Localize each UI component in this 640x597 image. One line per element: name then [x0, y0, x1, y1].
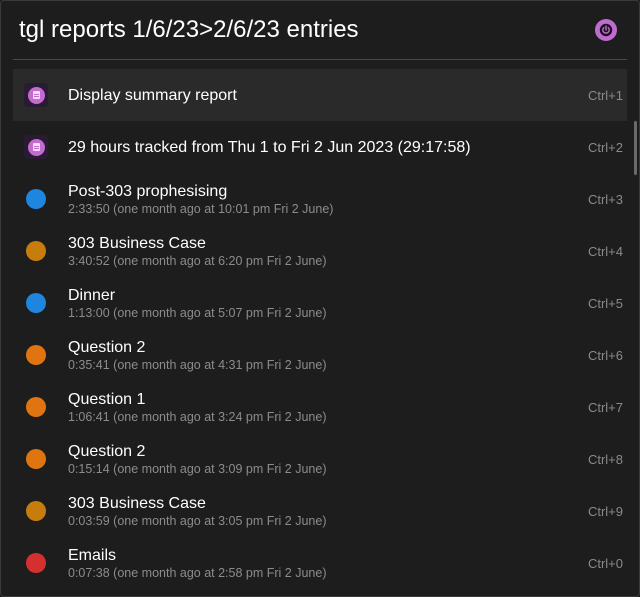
- result-shortcut: Ctrl+5: [587, 295, 623, 311]
- result-shortcut: Ctrl+6: [587, 347, 623, 363]
- result-title: Display summary report: [68, 86, 237, 104]
- result-title: 29 hours tracked from Thu 1 to Fri 2 Jun…: [68, 138, 471, 156]
- amber-dot-icon: [26, 241, 46, 261]
- result-subtitle: 0:35:41 (one month ago at 4:31 pm Fri 2 …: [68, 357, 327, 372]
- result-item[interactable]: Question 1 1:06:41 (one month ago at 3:24…: [13, 381, 627, 433]
- result-title: Emails: [68, 546, 117, 564]
- result-subtitle: 3:40:52 (one month ago at 6:20 pm Fri 2 …: [68, 253, 327, 268]
- search-bar: [13, 1, 627, 60]
- result-item[interactable]: Display summary report Ctrl+1: [13, 69, 627, 121]
- result-subtitle: 0:15:14 (one month ago at 3:09 pm Fri 2 …: [68, 461, 327, 476]
- launcher-window: Display summary report Ctrl+1 29 hours tra…: [0, 0, 640, 597]
- result-shortcut: Ctrl+9: [587, 503, 623, 519]
- orange-dot-icon: [26, 345, 46, 365]
- blue-dot-icon: [26, 293, 46, 313]
- result-shortcut: Ctrl+3: [587, 191, 623, 207]
- result-title: Dinner: [68, 286, 116, 304]
- results-list: Display summary report Ctrl+1 29 hours tra…: [13, 69, 627, 596]
- report-icon: [24, 83, 48, 107]
- result-subtitle: 0:03:59 (one month ago at 3:05 pm Fri 2 …: [68, 513, 327, 528]
- result-item[interactable]: Question 2 0:35:41 (one month ago at 4:31…: [13, 329, 627, 381]
- result-item[interactable]: 29 hours tracked from Thu 1 to Fri 2 Jun…: [13, 121, 627, 173]
- result-item[interactable]: Dinner 1:13:00 (one month ago at 5:07 pm …: [13, 277, 627, 329]
- orange-dot-icon: [26, 449, 46, 469]
- scrollbar[interactable]: [634, 121, 637, 175]
- result-shortcut: Ctrl+2: [587, 139, 623, 155]
- result-subtitle: 2:33:50 (one month ago at 10:01 pm Fri 2…: [68, 201, 334, 216]
- result-shortcut: Ctrl+8: [587, 451, 623, 467]
- result-title: Question 2: [68, 442, 146, 460]
- result-shortcut: Ctrl+1: [587, 87, 623, 103]
- result-title: Question 1: [68, 390, 146, 408]
- amber-dot-icon: [26, 501, 46, 521]
- report-icon: [24, 135, 48, 159]
- result-title: Post-303 prophesising: [68, 182, 228, 200]
- result-subtitle: 1:13:00 (one month ago at 5:07 pm Fri 2 …: [68, 305, 327, 320]
- result-item[interactable]: 303 Business Case 0:03:59 (one month ago …: [13, 485, 627, 537]
- result-title: Question 2: [68, 338, 146, 356]
- blue-dot-icon: [26, 189, 46, 209]
- result-item[interactable]: 303 Business Case 3:40:52 (one month ago …: [13, 225, 627, 277]
- orange-dot-icon: [26, 397, 46, 417]
- result-shortcut: Ctrl+0: [587, 555, 623, 571]
- result-subtitle: 0:07:38 (one month ago at 2:58 pm Fri 2 …: [68, 565, 327, 580]
- result-shortcut: Ctrl+7: [587, 399, 623, 415]
- result-item[interactable]: Post-303 prophesising 2:33:50 (one month …: [13, 173, 627, 225]
- result-title: 303 Business Case: [68, 494, 206, 512]
- result-title: 303 Business Case: [68, 234, 206, 252]
- result-item[interactable]: Emails 0:07:38 (one month ago at 2:58 pm …: [13, 537, 627, 589]
- search-input[interactable]: [13, 10, 439, 50]
- result-item[interactable]: Question 2 0:15:14 (one month ago at 3:09…: [13, 433, 627, 485]
- power-icon[interactable]: [595, 19, 617, 41]
- result-shortcut: Ctrl+4: [587, 243, 623, 259]
- red-dot-icon: [26, 553, 46, 573]
- result-subtitle: 1:06:41 (one month ago at 3:24 pm Fri 2 …: [68, 409, 327, 424]
